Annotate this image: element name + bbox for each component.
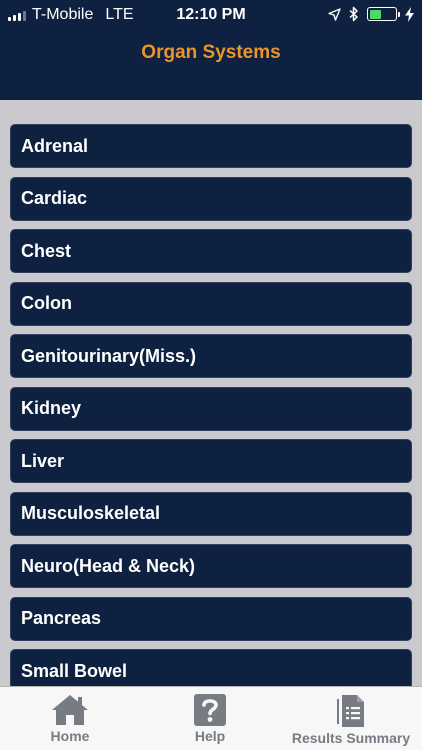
charging-bolt-icon (405, 6, 414, 22)
organ-list-item[interactable]: Colon (10, 281, 412, 326)
status-bar: T-Mobile LTE 12:10 PM (0, 0, 422, 32)
organ-list-item[interactable]: Neuro(Head & Neck) (10, 544, 412, 588)
organ-list-item[interactable]: Small Bowel (10, 649, 412, 686)
organ-list-item[interactable]: Musculoskeletal (10, 491, 412, 536)
organ-list-item[interactable]: Pancreas (10, 596, 412, 641)
status-right (328, 6, 414, 22)
question-mark-icon (194, 694, 226, 726)
organ-list-item[interactable]: Adrenal (10, 124, 412, 168)
tab-bar: Home Help Results Summary (0, 686, 422, 750)
battery-fill (369, 9, 381, 19)
tab-home-label: Home (50, 728, 90, 744)
tab-home[interactable]: Home (30, 687, 110, 750)
bluetooth-icon (349, 6, 358, 22)
location-arrow-icon (328, 7, 341, 21)
organ-list-item[interactable]: Chest (10, 229, 412, 273)
page-title: Organ Systems (141, 42, 281, 63)
battery-icon (367, 7, 400, 21)
tab-results-summary[interactable]: Results Summary (284, 687, 418, 750)
tab-help-label: Help (194, 728, 226, 744)
tab-help[interactable]: Help (170, 687, 250, 750)
organ-list-item[interactable]: Liver (10, 439, 412, 483)
organ-systems-list[interactable]: Adrenal Cardiac Chest Colon Genitourinary(Mi… (0, 100, 422, 686)
organ-list-item[interactable]: Kidney (10, 386, 412, 431)
tab-results-label: Results Summary (291, 730, 411, 746)
organ-list-item[interactable]: Genitourinary(Miss.) (10, 334, 412, 378)
organ-list-item[interactable]: Cardiac (10, 176, 412, 221)
house-icon (52, 695, 88, 725)
navigation-header: T-Mobile LTE 12:10 PM Organ Systems (0, 0, 422, 100)
document-icon (337, 695, 364, 727)
